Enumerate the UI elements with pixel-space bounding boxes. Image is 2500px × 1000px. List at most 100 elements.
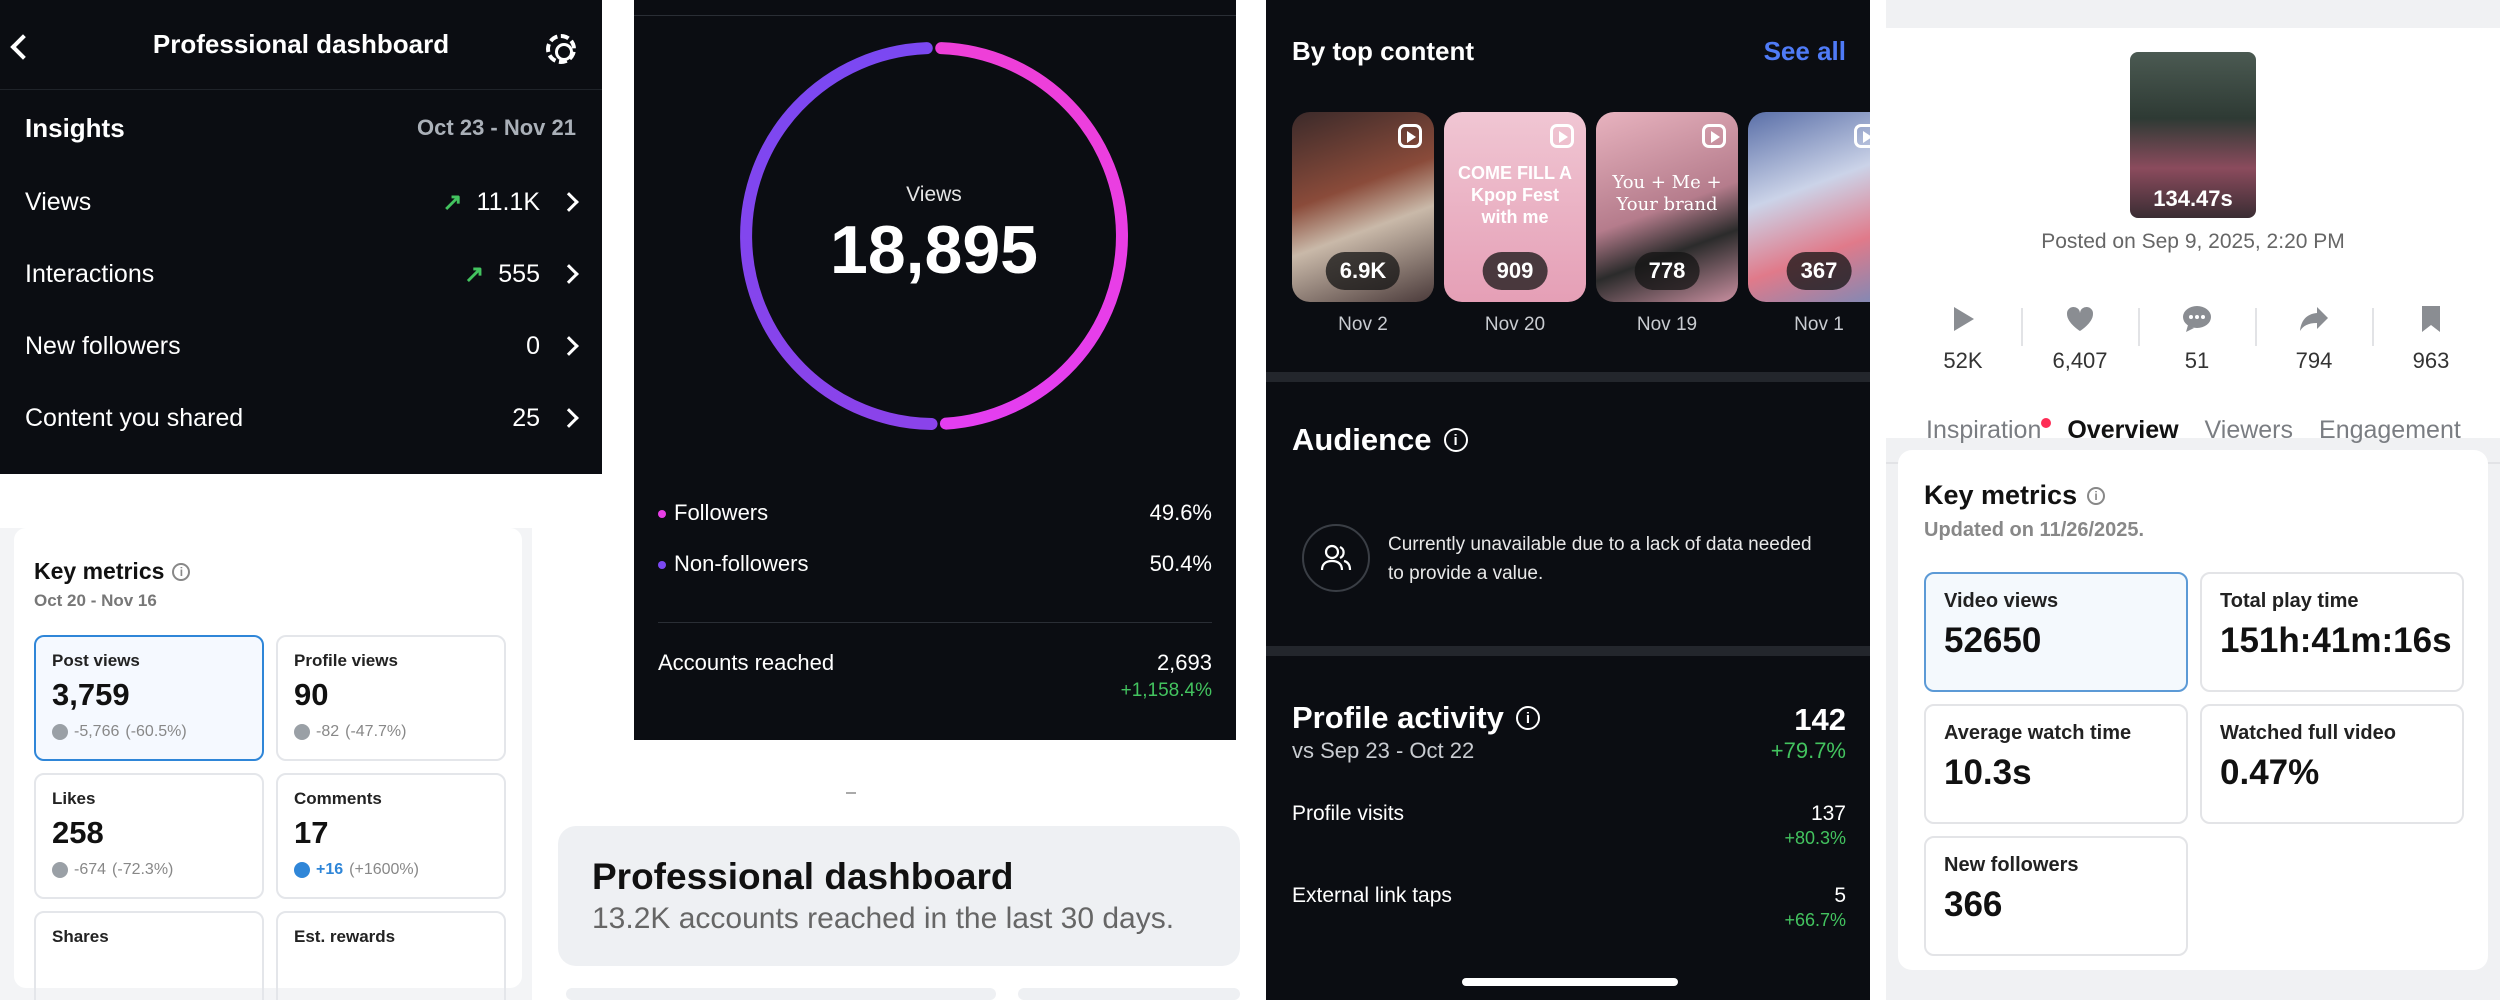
- profile-activity-compare: vs Sep 23 - Oct 22: [1292, 738, 1475, 763]
- trend-up-icon: ↗: [464, 260, 485, 288]
- profile-activity-total: 142: [1794, 702, 1846, 737]
- share-icon: [2299, 304, 2329, 334]
- next-card-edge: [1018, 988, 1240, 1000]
- non-followers-dot-icon: [658, 561, 666, 570]
- profile-visits-label: Profile visits: [1292, 802, 1405, 825]
- info-icon[interactable]: i: [1443, 428, 1468, 452]
- thumbnail-overlay-text: You + Me + Your brand: [1612, 172, 1722, 215]
- metric-change: -5,766 (-60.5%): [52, 723, 246, 741]
- metric-change-pct: (+1600%): [349, 861, 419, 878]
- stat-value: 794: [2295, 348, 2333, 373]
- content-thumbnail[interactable]: 6.9K: [1292, 112, 1434, 302]
- metric-label: Likes: [52, 789, 96, 808]
- reel-icon: [1550, 124, 1574, 148]
- insights-row-new-followers[interactable]: New followers 0: [0, 310, 602, 382]
- metric-value: 90: [294, 677, 329, 712]
- video-analytics-panel: 134.47s Posted on Sep 9, 2025, 2:20 PM 5…: [1886, 0, 2500, 1000]
- metric-tile-comments[interactable]: Comments 17 +16 (+1600%): [276, 773, 506, 899]
- card-title: Professional dashboard: [592, 856, 1014, 897]
- play-icon: [1948, 304, 1978, 334]
- metric-label: Average watch time: [1944, 722, 2132, 744]
- profile-activity-heading: Profile activity i: [1292, 700, 1540, 736]
- reel-icon: [1702, 124, 1726, 148]
- metric-label: Video views: [1944, 590, 2059, 612]
- metric-tile-total-play-time[interactable]: Total play time 151h:41m:16s: [2200, 572, 2464, 692]
- row-value: 0: [526, 331, 540, 360]
- metric-change-pct: (-72.3%): [112, 861, 174, 878]
- audience-heading: Audience i: [1292, 422, 1468, 458]
- chevron-right-icon: [559, 192, 579, 212]
- page-title: Professional dashboard: [152, 29, 450, 59]
- down-arrow-icon: [52, 862, 68, 878]
- metric-change-value: -82: [316, 723, 340, 740]
- section-divider: [1266, 646, 1870, 656]
- metric-label: Profile views: [294, 651, 398, 670]
- profile-activity-change: +79.7%: [1770, 738, 1846, 763]
- divider: [2254, 308, 2257, 346]
- accounts-reached-value: 2,693: [1156, 650, 1212, 675]
- stat-value: 6,407: [2052, 348, 2108, 373]
- content-thumbnail[interactable]: 367: [1748, 112, 1870, 302]
- professional-dashboard-card[interactable]: Professional dashboard 13.2K accounts re…: [558, 826, 1240, 966]
- people-icon-svg: [1320, 544, 1352, 571]
- video-cover[interactable]: 134.47s: [2130, 52, 2256, 218]
- see-all-link[interactable]: See all: [1764, 36, 1846, 67]
- card-subtitle: 13.2K accounts reached in the last 30 da…: [592, 902, 1175, 935]
- insights-row-views[interactable]: Views ↗ 11.1K: [0, 166, 602, 238]
- views-panel: Views 18,895 Followers 49.6% Non-followe…: [634, 0, 1236, 740]
- stat-shares: 794: [2271, 304, 2357, 374]
- stat-saves: 963: [2388, 304, 2474, 374]
- heart-icon: [2065, 304, 2095, 334]
- metric-tile-video-views[interactable]: Video views 52650: [1924, 572, 2188, 692]
- audience-message: Currently unavailable due to a lack of d…: [1388, 534, 1812, 584]
- insights-row-content-shared[interactable]: Content you shared 25: [0, 382, 602, 454]
- metric-tile-watched-full-video[interactable]: Watched full video 0.47%: [2200, 704, 2464, 824]
- stat-comments: 51: [2154, 304, 2240, 374]
- metric-tile-profile-views[interactable]: Profile views 90 -82 (-47.7%): [276, 635, 506, 761]
- row-label: Interactions: [25, 259, 155, 288]
- key-metrics-title: Key metrics i: [1924, 480, 2462, 511]
- metric-tile-average-watch-time[interactable]: Average watch time 10.3s: [1924, 704, 2188, 824]
- content-thumbnail[interactable]: You + Me + Your brand 778: [1596, 112, 1738, 302]
- top-content-heading: By top content: [1292, 36, 1474, 66]
- metric-value: 3,759: [52, 677, 130, 712]
- gear-icon[interactable]: [546, 34, 576, 64]
- metric-value: 0.47%: [2220, 753, 2320, 792]
- metric-change-value: -5,766: [74, 723, 120, 740]
- metric-change-pct: (-47.7%): [345, 723, 407, 740]
- back-arrow-icon[interactable]: [10, 34, 36, 60]
- legend-value: 49.6%: [1149, 500, 1212, 525]
- followers-dot-icon: [658, 510, 666, 519]
- key-metrics-grid: Post views 3,759 -5,766 (-60.5%) Profile …: [34, 635, 506, 1000]
- metric-tile-est-rewards[interactable]: Est. rewards: [276, 911, 506, 1000]
- top-content-list: 6.9K COME FILL A Kpop Fest with me 909 Y…: [1292, 112, 1870, 302]
- metric-tile-shares[interactable]: Shares: [34, 911, 264, 1000]
- video-header: 134.47s Posted on Sep 9, 2025, 2:20 PM 5…: [1886, 28, 2500, 464]
- info-icon[interactable]: i: [1515, 706, 1540, 730]
- top-content-panel: By top content See all 6.9K COME FILL A …: [1266, 0, 1870, 1000]
- video-key-metrics-card: Key metrics i Updated on 11/26/2025. Vid…: [1898, 450, 2488, 970]
- row-label: Content you shared: [25, 403, 244, 432]
- info-icon[interactable]: i: [2087, 486, 2106, 505]
- metric-change: -82 (-47.7%): [294, 723, 488, 741]
- video-duration: 134.47s: [2153, 186, 2233, 211]
- stat-plays: 52K: [1920, 304, 2006, 374]
- external-link-taps-label: External link taps: [1292, 884, 1452, 907]
- insights-row-interactions[interactable]: Interactions ↗ 555: [0, 238, 602, 310]
- content-thumbnail[interactable]: COME FILL A Kpop Fest with me 909: [1444, 112, 1586, 302]
- external-link-taps-change: +66.7%: [1784, 910, 1846, 930]
- metric-tile-likes[interactable]: Likes 258 -674 (-72.3%): [34, 773, 264, 899]
- insights-header: Professional dashboard: [0, 0, 602, 90]
- info-icon[interactable]: i: [172, 562, 191, 581]
- video-stats: 52K 6,407 51 794 963: [1886, 304, 2500, 374]
- metric-label: New followers: [1944, 854, 2079, 876]
- bookmark-icon: [2416, 304, 2446, 334]
- insights-heading: Insights: [25, 112, 125, 143]
- metric-tile-post-views[interactable]: Post views 3,759 -5,766 (-60.5%): [34, 635, 264, 761]
- metric-label: Watched full video: [2220, 722, 2396, 744]
- chevron-right-icon: [559, 336, 579, 356]
- legend-label: Non-followers: [674, 551, 809, 576]
- metric-tile-new-followers[interactable]: New followers 366: [1924, 836, 2188, 956]
- home-indicator[interactable]: [1462, 978, 1678, 986]
- profile-visits-change: +80.3%: [1784, 828, 1846, 848]
